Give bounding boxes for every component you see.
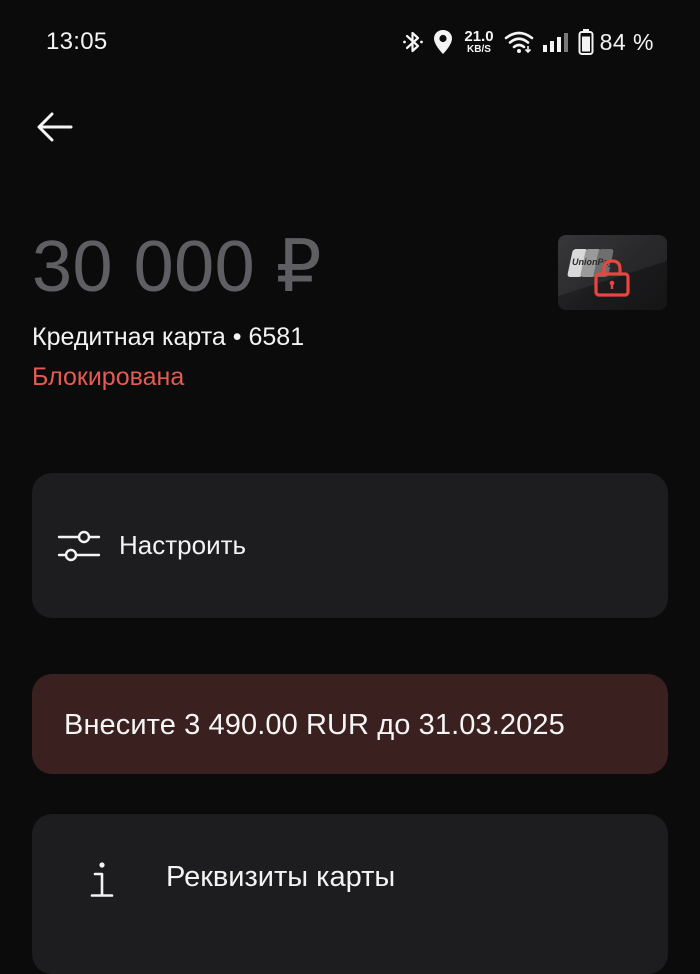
payment-notice-tile[interactable]: Внесите 3 490.00 RUR до 31.03.2025 (32, 674, 668, 774)
location-icon (434, 30, 453, 54)
settings-tile[interactable]: Настроить (32, 473, 668, 618)
net-speed-value: 21.0 (464, 28, 494, 45)
net-speed: 21.0 KB/S (464, 29, 493, 55)
status-icons: 21.0 KB/S 84 % (402, 25, 654, 59)
net-speed-unit: KB/S (467, 44, 491, 55)
payment-notice-text: Внесите 3 490.00 RUR до 31.03.2025 (64, 709, 565, 741)
info-icon (90, 862, 114, 897)
arrow-left-icon (37, 112, 73, 142)
status-bar: 13:05 21.0 KB/S 84 % (0, 0, 700, 86)
battery-percent: 84 % (599, 28, 654, 55)
status-time: 13:05 (46, 28, 108, 55)
battery-icon (578, 29, 594, 55)
card-details-label: Реквизиты карты (166, 861, 396, 893)
card-name: Кредитная карта • 6581 (32, 323, 305, 351)
card-balance: 30 000 ₽ (32, 227, 323, 307)
card-thumbnail[interactable]: UnionPay (558, 235, 667, 310)
signal-icon (542, 33, 568, 52)
card-status: Блокирована (32, 363, 185, 391)
wifi-icon (504, 31, 533, 54)
settings-label: Настроить (119, 530, 247, 560)
back-button[interactable] (30, 104, 80, 150)
lock-icon (594, 259, 630, 297)
bluetooth-icon (403, 31, 424, 53)
card-details-tile[interactable]: Реквизиты карты (32, 814, 668, 974)
sliders-icon (57, 530, 101, 562)
